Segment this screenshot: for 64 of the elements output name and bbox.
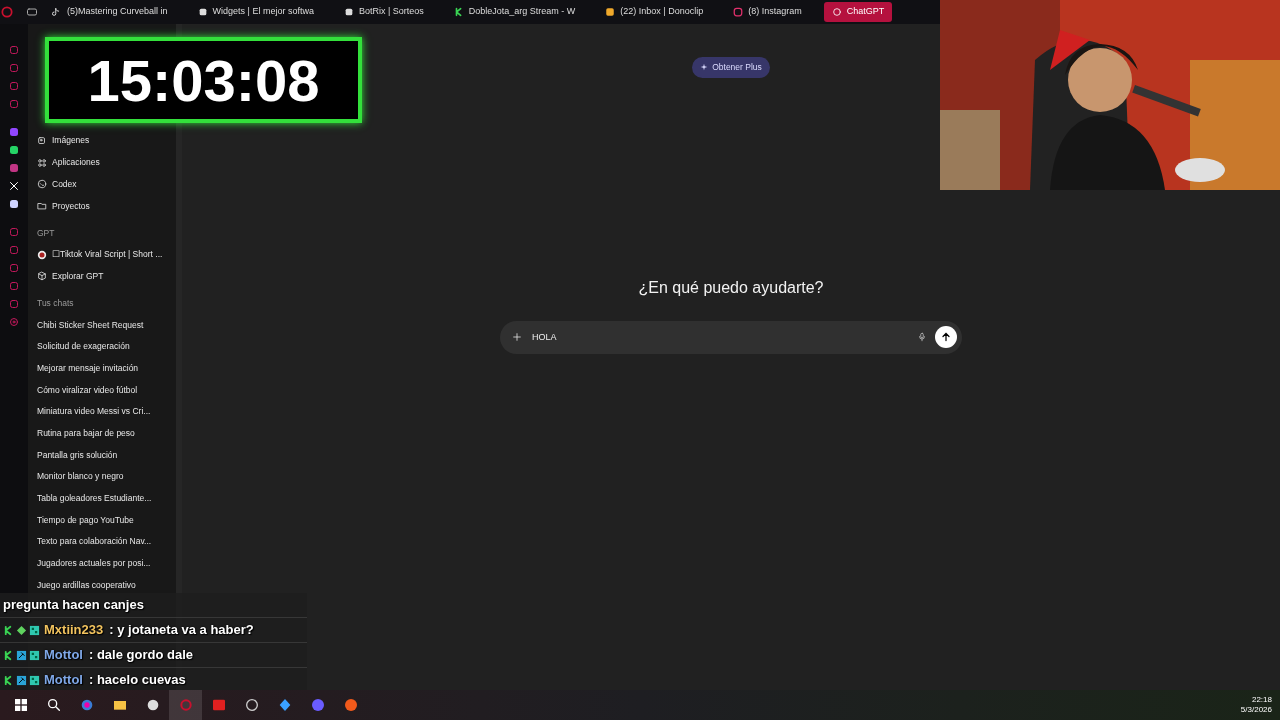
plus-icon[interactable] xyxy=(512,332,522,343)
browser-tab[interactable]: Widgets | El mejor softwa xyxy=(189,2,322,22)
sidebar-item[interactable]: Proyectos xyxy=(28,195,176,217)
upgrade-button[interactable]: Obtener Plus xyxy=(692,57,770,78)
timer-overlay: 15:03:08 xyxy=(45,37,362,123)
badge-icon xyxy=(29,624,40,636)
chat-username: Mottol xyxy=(44,671,83,690)
arrow-up-icon xyxy=(940,331,952,344)
page-heading: ¿En qué puedo ayudarte? xyxy=(638,277,824,298)
music-note-icon xyxy=(52,7,62,17)
clock-time: 22:18 xyxy=(1250,694,1272,705)
browser-tab[interactable]: ChatGPT xyxy=(823,2,893,22)
sidebar-item[interactable]: Explorar GPT xyxy=(28,265,176,288)
sidebar-item[interactable]: Imágenes xyxy=(28,130,176,152)
chat-username: Mottol xyxy=(44,646,83,665)
chat-history-item[interactable]: Mejorar mensaje invitación xyxy=(28,357,176,380)
microphone-icon[interactable] xyxy=(917,332,927,343)
letter-k-icon xyxy=(453,7,464,17)
chat-history-item[interactable]: Chibi Sticker Sheet Request xyxy=(28,314,176,336)
chat-history-item[interactable]: Rutina para bajar de peso xyxy=(28,422,176,445)
sidebar-item[interactable]: Aplicaciones xyxy=(28,151,176,174)
sidebar-item[interactable]: ☐Tiktok Viral Script | Short ... xyxy=(28,243,176,266)
hammer-icon xyxy=(16,649,27,661)
letter-k-icon xyxy=(3,624,14,636)
chat-history-item[interactable]: Texto para colaboración Nav... xyxy=(28,531,176,553)
chat-username: Mxtiin233 xyxy=(44,621,104,640)
badge-icon xyxy=(29,649,40,661)
search-icon xyxy=(45,697,62,713)
hammer-icon xyxy=(16,674,27,686)
chat-history-item[interactable]: Tiempo de pago YouTube xyxy=(28,509,176,531)
browser-tab[interactable]: BotRix | Sorteos xyxy=(335,2,432,22)
image-icon xyxy=(37,135,47,146)
browser-tab[interactable]: (22) Inbox | Donoclip xyxy=(597,2,712,22)
chat-history-item[interactable]: Tabla goleadores Estudiante... xyxy=(28,487,176,510)
browser-tab[interactable]: (8) Instagram xyxy=(725,2,810,22)
chat-history-item[interactable]: Cómo viralizar video fútbol xyxy=(28,379,176,401)
clock-date: 5/3/2026 xyxy=(1240,705,1272,716)
letter-k-icon xyxy=(3,649,14,661)
grid-icon xyxy=(37,157,47,168)
workspace-icon[interactable] xyxy=(26,6,38,18)
sidebar-item[interactable]: Codex xyxy=(28,173,176,196)
gpt-avatar-icon xyxy=(37,249,47,260)
folder-icon xyxy=(37,200,47,211)
chat-history-item[interactable]: Monitor blanco y negro xyxy=(28,465,176,488)
chat-history-item[interactable]: Solicitud de exageración xyxy=(28,335,176,358)
browser-tab[interactable]: DobleJota_arg Stream - W xyxy=(445,2,584,22)
badge-icon xyxy=(29,674,40,686)
message-composer[interactable]: HOLA xyxy=(500,320,962,354)
x-icon[interactable] xyxy=(8,180,20,192)
start-icon xyxy=(12,697,29,713)
section-heading: GPT xyxy=(36,226,56,240)
browser-tab[interactable]: (5)Mastering Curveball in xyxy=(44,2,176,22)
send-button[interactable] xyxy=(935,326,957,349)
chat-text: : hacelo cuevas xyxy=(89,671,186,690)
chat-history-item[interactable]: Pantalla gris solución xyxy=(28,444,176,466)
chat-text: : y jotaneta va a haber? xyxy=(109,621,254,640)
letter-k-icon xyxy=(3,674,14,686)
message-input[interactable]: HOLA xyxy=(530,329,909,345)
chat-history-item[interactable]: Miniatura video Messi vs Cri... xyxy=(28,400,176,423)
square-icon[interactable] xyxy=(8,80,20,92)
section-heading: Tus chats xyxy=(36,297,75,311)
chat-text: pregunta hacen canjes xyxy=(0,593,307,618)
chat-text: : dale gordo dale xyxy=(89,646,193,665)
chat-history-item[interactable]: Jugadores actuales por posi... xyxy=(28,552,176,575)
